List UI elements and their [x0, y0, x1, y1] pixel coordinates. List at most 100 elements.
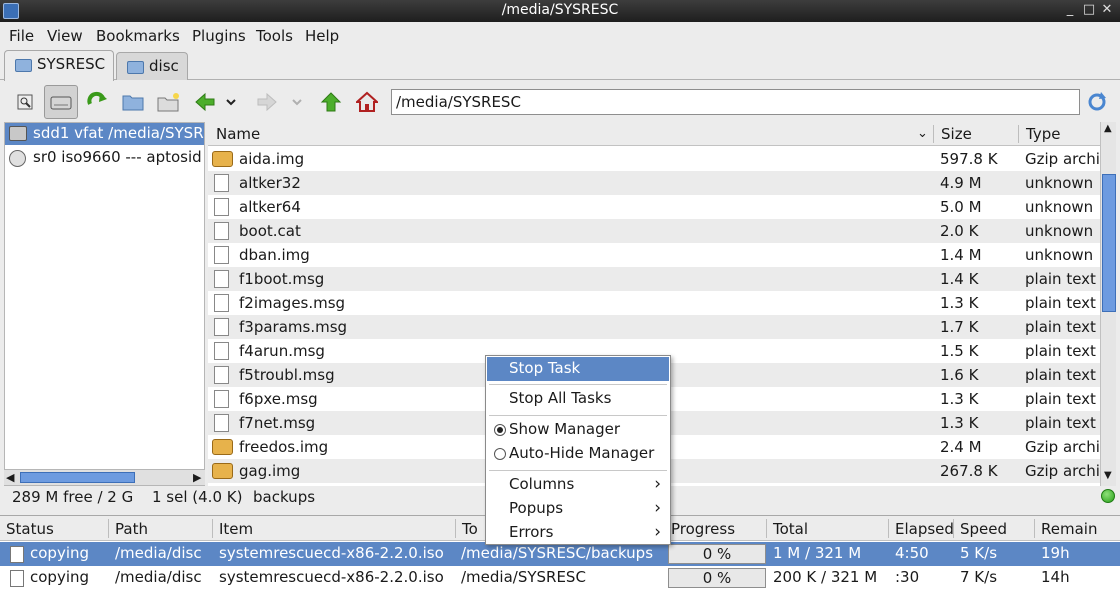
menu-item-label: Auto-Hide Manager — [509, 444, 655, 462]
menu-item-label: Popups — [509, 499, 564, 517]
menu-item-popups[interactable]: Popups › — [487, 497, 669, 521]
tab-disc[interactable]: disc — [116, 52, 188, 80]
task-progress: 0 % — [668, 568, 766, 588]
scroll-left-icon[interactable]: ◀ — [6, 471, 14, 484]
file-type: plain text — [1025, 294, 1096, 312]
file-row[interactable]: f3params.msg 1.7 K plain text — [208, 315, 1100, 339]
task-row[interactable]: copying /media/disc systemrescuecd-x86-2… — [0, 566, 1120, 590]
menu-item-columns[interactable]: Columns › — [487, 473, 669, 497]
column-type[interactable]: Type — [1026, 125, 1060, 143]
minimize-icon[interactable]: _ — [1062, 2, 1078, 18]
task-status: copying — [30, 544, 90, 562]
menu-item-label: Columns — [509, 475, 575, 493]
menu-item-auto-hide-manager[interactable]: Auto-Hide Manager — [487, 442, 669, 466]
file-vscrollbar[interactable]: ▲ ▼ — [1100, 122, 1116, 486]
status-selection: 1 sel (4.0 K) — [152, 488, 243, 506]
forward-dropdown-icon[interactable] — [287, 87, 307, 117]
column-path[interactable]: Path — [115, 520, 148, 538]
status-free: 289 M free / 2 G — [12, 488, 134, 506]
device-item-sdd1[interactable]: sdd1 vfat /media/SYSRESC — [5, 123, 204, 145]
reload-icon[interactable] — [1082, 87, 1112, 117]
file-row[interactable]: f2images.msg 1.3 K plain text — [208, 291, 1100, 315]
scroll-down-icon[interactable]: ▼ — [1104, 470, 1112, 481]
status-dir: backups — [253, 488, 316, 506]
file-type: plain text — [1025, 270, 1096, 288]
drive-icon[interactable] — [44, 85, 78, 119]
properties-icon[interactable] — [10, 87, 40, 117]
column-size[interactable]: Size — [941, 125, 972, 143]
file-icon — [214, 294, 229, 312]
device-item-sr0[interactable]: sr0 iso9660 --- aptosid — [5, 147, 204, 169]
menu-item-show-manager[interactable]: Show Manager — [487, 418, 669, 442]
menu-item-errors[interactable]: Errors › — [487, 521, 669, 545]
status-led-icon — [1101, 489, 1115, 503]
file-icon — [214, 246, 229, 264]
file-row[interactable]: altker64 5.0 M unknown — [208, 195, 1100, 219]
column-name[interactable]: Name — [216, 125, 260, 143]
file-size: 2.0 K — [940, 222, 979, 240]
menu-bookmarks[interactable]: Bookmarks — [96, 27, 180, 45]
task-speed: 5 K/s — [960, 544, 998, 562]
up-icon[interactable] — [316, 87, 346, 117]
file-row[interactable]: boot.cat 2.0 K unknown — [208, 219, 1100, 243]
forward-icon[interactable] — [252, 87, 282, 117]
menu-plugins[interactable]: Plugins — [192, 27, 246, 45]
file-row[interactable]: aida.img 597.8 K Gzip archive — [208, 147, 1100, 171]
maximize-icon[interactable]: □ — [1081, 2, 1097, 18]
folder-icon[interactable] — [118, 87, 148, 117]
sort-chevron-icon[interactable]: ⌄ — [917, 126, 928, 141]
task-path: /media/disc — [115, 544, 202, 562]
menu-item-label: Show Manager — [509, 420, 620, 438]
file-row[interactable]: altker32 4.9 M unknown — [208, 171, 1100, 195]
task-elapsed: :30 — [895, 568, 920, 586]
column-speed[interactable]: Speed — [960, 520, 1007, 538]
file-name: aida.img — [239, 150, 305, 168]
archive-icon — [212, 151, 233, 167]
archive-icon — [212, 463, 233, 479]
file-type: unknown — [1025, 174, 1094, 192]
back-icon[interactable] — [190, 87, 220, 117]
scroll-thumb[interactable] — [1102, 174, 1116, 312]
task-row[interactable]: copying /media/disc systemrescuecd-x86-2… — [0, 542, 1120, 566]
column-to[interactable]: To — [462, 520, 478, 538]
file-name: freedos.img — [239, 438, 329, 456]
file-row[interactable]: f1boot.msg 1.4 K plain text — [208, 267, 1100, 291]
disc-icon — [9, 150, 26, 167]
column-total[interactable]: Total — [773, 520, 808, 538]
task-context-menu: Stop Task Stop All Tasks Show Manager Au… — [485, 355, 671, 545]
back-dropdown-icon[interactable] — [221, 87, 241, 117]
column-remain[interactable]: Remain — [1041, 520, 1097, 538]
menu-view[interactable]: View — [47, 27, 83, 45]
task-status: copying — [30, 568, 90, 586]
column-progress[interactable]: Progress — [671, 520, 735, 538]
scroll-thumb[interactable] — [20, 472, 135, 483]
file-row[interactable]: dban.img 1.4 M unknown — [208, 243, 1100, 267]
file-size: 597.8 K — [940, 150, 998, 168]
file-type: unknown — [1025, 222, 1094, 240]
column-elapsed[interactable]: Elapsed — [895, 520, 954, 538]
file-icon — [214, 270, 229, 288]
file-name: gag.img — [239, 462, 301, 480]
file-type: Gzip archive — [1025, 438, 1100, 456]
refresh-icon[interactable] — [82, 87, 112, 117]
menu-tools[interactable]: Tools — [256, 27, 293, 45]
file-icon — [214, 174, 229, 192]
tab-sysresc[interactable]: SYSRESC — [4, 50, 115, 81]
scroll-up-icon[interactable]: ▲ — [1104, 123, 1112, 134]
new-folder-icon[interactable] — [154, 87, 184, 117]
close-icon[interactable]: ✕ — [1099, 2, 1115, 18]
file-size: 1.3 K — [940, 414, 979, 432]
column-item[interactable]: Item — [219, 520, 253, 538]
menu-item-stop-task[interactable]: Stop Task — [487, 357, 669, 381]
drive-icon — [9, 126, 27, 141]
column-status[interactable]: Status — [6, 520, 54, 538]
menu-help[interactable]: Help — [305, 27, 339, 45]
device-hscrollbar[interactable]: ◀ ▶ — [4, 469, 205, 485]
home-icon[interactable] — [352, 87, 382, 117]
menu-item-stop-all-tasks[interactable]: Stop All Tasks — [487, 387, 669, 411]
file-icon — [10, 570, 24, 587]
file-icon — [214, 390, 229, 408]
path-input[interactable]: /media/SYSRESC — [391, 89, 1080, 115]
menu-file[interactable]: File — [9, 27, 34, 45]
scroll-right-icon[interactable]: ▶ — [193, 471, 201, 484]
